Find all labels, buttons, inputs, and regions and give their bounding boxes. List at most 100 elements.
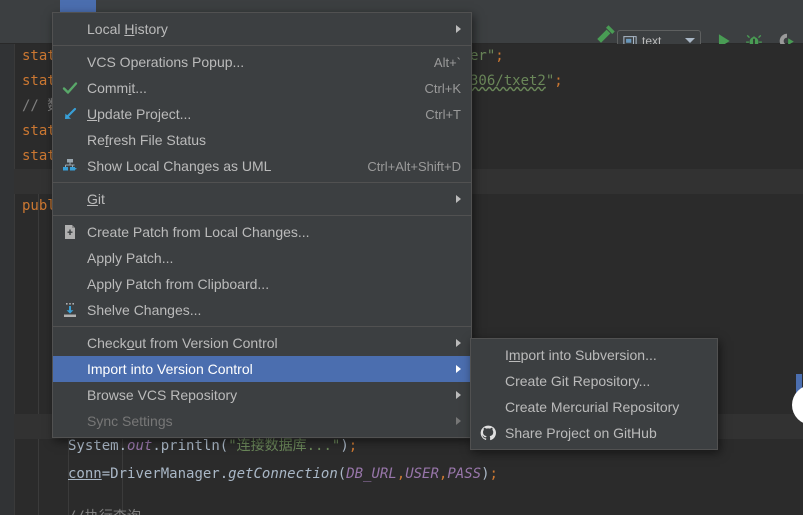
import-into-version-control-submenu[interactable]: Import into Subversion... Create Git Repo… [470,338,718,450]
submenu-arrow-icon [456,25,461,33]
code-token: . [152,438,161,454]
code-token: ) [340,438,349,454]
code-token: . [219,466,229,482]
submenu-arrow-icon [456,195,461,203]
menu-item-sync-settings: Sync Settings [53,408,471,434]
code-line: conn=DriverManager.getConnection(DB_URL,… [68,462,498,487]
menu-item-checkout-from-version-control[interactable]: Checkout from Version Control [53,330,471,356]
menu-item-no-icon [61,20,79,38]
menu-separator [53,215,471,216]
submenu-item-import-into-subversion[interactable]: Import into Subversion... [471,342,717,368]
code-token: out [127,438,153,454]
menu-item-label: Shelve Changes... [87,302,202,318]
editor-gutter[interactable] [0,44,14,515]
menu-item-no-icon [61,334,79,352]
menu-item-label: VCS Operations Popup... [87,54,245,70]
menu-item-label: Create Mercurial Repository [505,399,680,415]
menu-item-label: Browse VCS Repository [87,387,238,403]
submenu-item-create-git-repository[interactable]: Create Git Repository... [471,368,717,394]
code-token: ( [337,466,347,482]
code-token: println [160,438,220,454]
code-token: //执行查询 [68,509,141,515]
code-token: er [470,48,487,64]
menu-item-label: Create Git Repository... [505,373,651,389]
gutter-divider [14,44,15,515]
code-token: DB_URL [346,466,397,482]
menu-item-shortcut: Ctrl+K [424,80,461,96]
code-token: USER [405,466,439,482]
menu-item-label: Import into Subversion... [505,347,657,363]
menu-item-apply-patch-from-clipboard[interactable]: Apply Patch from Clipboard... [53,271,471,297]
code-token: DriverManager [110,466,220,482]
menu-item-label: Show Local Changes as UML [87,158,272,174]
uml-diagram-icon [61,157,79,175]
github-icon [479,424,497,442]
menu-item-shortcut: Alt+` [433,54,461,70]
code-token: conn [68,466,102,482]
code-token: = [101,466,111,482]
menu-item-no-icon [61,412,79,430]
code-token: ) [481,466,490,482]
menu-item-no-icon [61,360,79,378]
main-menu-bar[interactable] [0,0,803,12]
code-token: ( [219,438,229,454]
code-token: System [68,438,119,454]
menu-item-apply-patch[interactable]: Apply Patch... [53,245,471,271]
menu-item-label: Commit... [87,80,147,96]
menu-item-shortcut: Ctrl+T [425,106,461,122]
chevron-down-icon[interactable] [685,38,695,43]
menu-item-shelve-changes[interactable]: Shelve Changes... [53,297,471,323]
vcs-menu[interactable]: Local History VCS Operations Popup... Alt+… [52,12,472,438]
menu-item-commit[interactable]: Commit... Ctrl+K [53,75,471,101]
code-token: ; [348,438,358,454]
menu-item-label: Sync Settings [87,413,173,429]
menu-item-label: Apply Patch... [87,250,174,266]
menu-item-label: Git [87,191,105,207]
menu-item-show-local-changes-as-uml[interactable]: Show Local Changes as UML Ctrl+Alt+Shift+… [53,153,471,179]
ide-window: text staticstatic// 数据staticstaticpu [0,0,803,515]
menu-item-git[interactable]: Git [53,186,471,212]
menu-item-create-patch-from-local-changes[interactable]: Create Patch from Local Changes... [53,219,471,245]
menu-item-label: Local History [87,21,168,37]
code-token: . [118,438,128,454]
code-line: 306/txet2"; [470,69,563,94]
menu-item-no-icon [479,372,497,390]
menu-item-no-icon [61,386,79,404]
menu-item-label: Update Project... [87,106,192,122]
menu-item-local-history[interactable]: Local History [53,16,471,42]
menu-item-no-icon [479,346,497,364]
menu-item-refresh-file-status[interactable]: Refresh File Status [53,127,471,153]
menu-item-update-project[interactable]: Update Project... Ctrl+T [53,101,471,127]
menu-separator [53,45,471,46]
code-token: 306/txet2 [470,73,546,89]
submenu-arrow-icon [456,391,461,399]
submenu-arrow-icon [456,365,461,373]
menubar-item-vcs[interactable] [60,0,96,12]
submenu-arrow-icon [456,417,461,425]
code-line: //执行查询 [68,505,141,515]
menu-item-no-icon [61,131,79,149]
menu-item-label: Share Project on GitHub [505,425,657,441]
menu-item-no-icon [479,398,497,416]
code-token: PASS [447,466,482,482]
menu-item-no-icon [61,53,79,71]
shelve-changes-icon [61,301,79,319]
menu-item-vcs-operations-popup[interactable]: VCS Operations Popup... Alt+` [53,49,471,75]
code-line: er"; [470,44,504,69]
menu-item-import-into-version-control[interactable]: Import into Version Control [53,356,471,382]
menu-item-label: Refresh File Status [87,132,207,148]
submenu-item-create-mercurial-repository[interactable]: Create Mercurial Repository [471,394,717,420]
code-token: ; [495,48,504,64]
code-token: , [396,466,406,482]
code-token: getConnection [228,466,338,482]
menu-separator [53,182,471,183]
submenu-arrow-icon [456,339,461,347]
submenu-item-share-project-on-github[interactable]: Share Project on GitHub [471,420,717,446]
code-token: ; [554,73,563,89]
code-token: "连接数据库..." [228,438,341,454]
code-token: ; [489,466,498,482]
hammer-icon[interactable] [596,24,616,44]
menu-item-browse-vcs-repository[interactable]: Browse VCS Repository [53,382,471,408]
menu-separator [53,326,471,327]
patch-file-icon [61,223,79,241]
